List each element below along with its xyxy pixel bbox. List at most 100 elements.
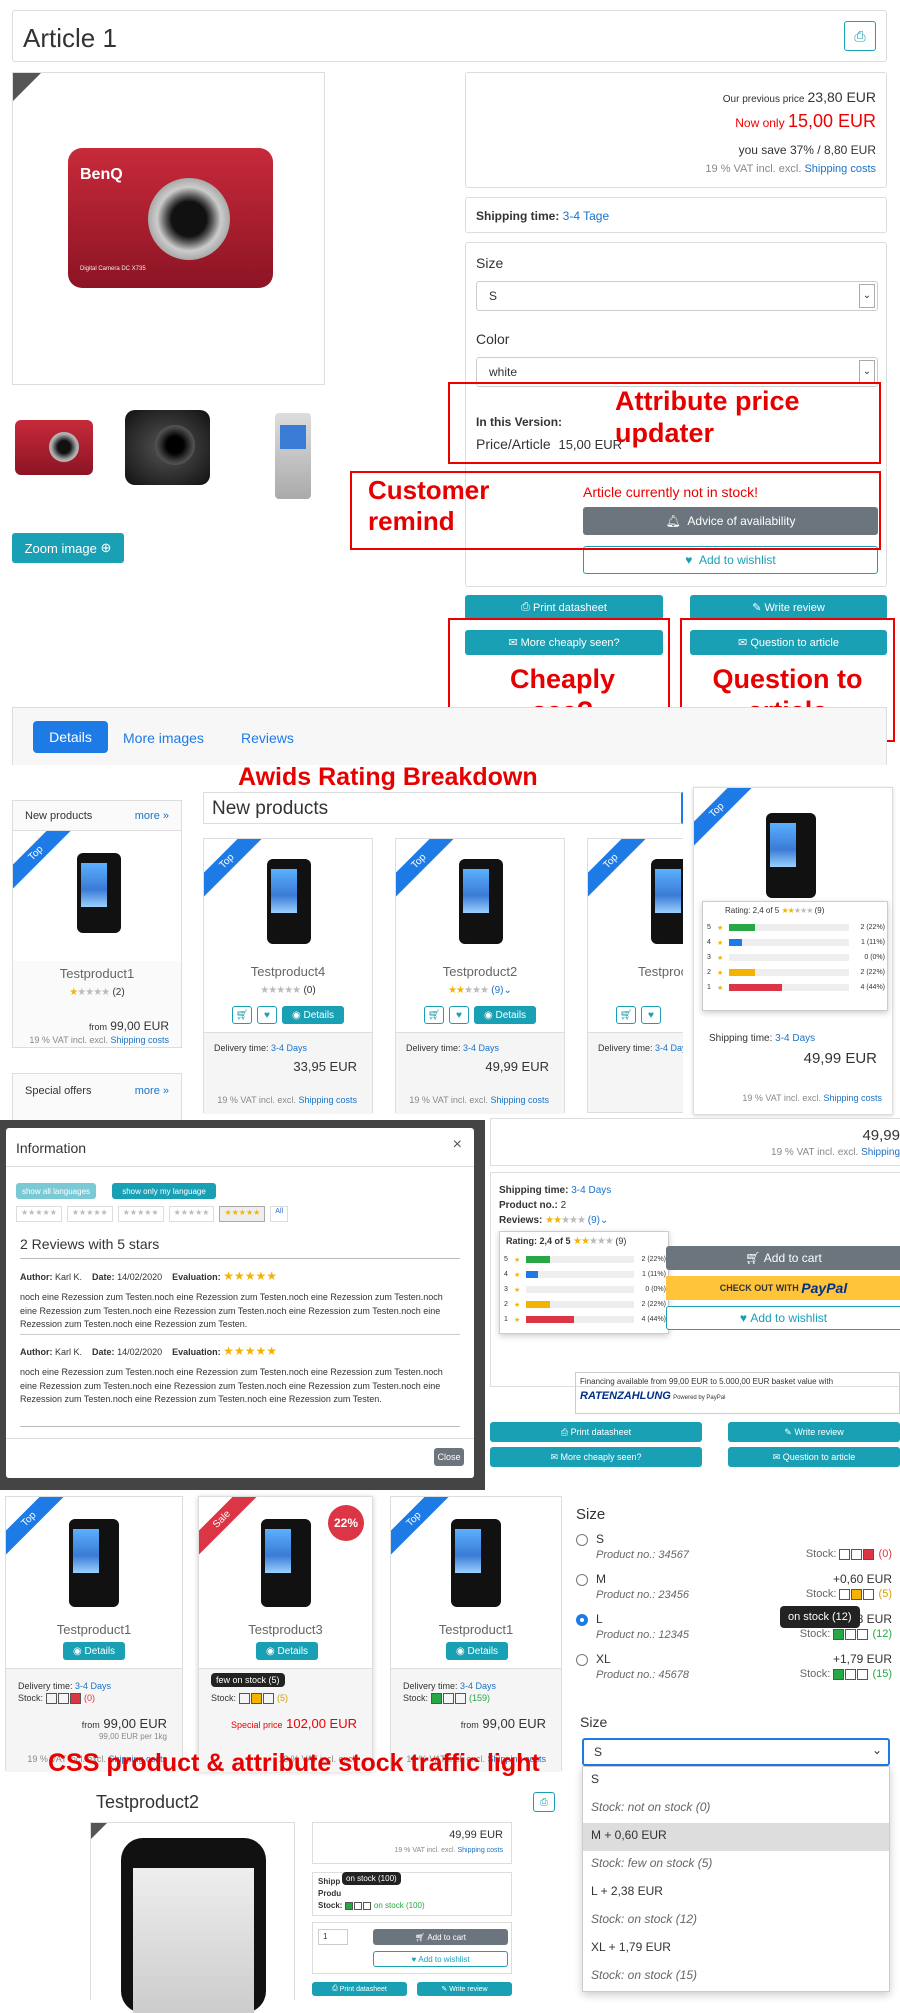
shipping-time-value[interactable]: 3-4 Tage — [563, 209, 609, 223]
add-to-wishlist-button[interactable]: ♥ Add to wishlist — [666, 1306, 900, 1330]
shipping-link[interactable]: Shipping costs — [457, 1847, 503, 1854]
print-datasheet-button[interactable]: ⎙ Print datasheet — [465, 595, 663, 620]
filter-1-star[interactable]: ★★★★★ — [16, 1206, 62, 1222]
zoom-image-button[interactable]: Zoom image ⊕ — [12, 533, 124, 563]
add-to-wishlist-button[interactable]: ♥ Add to wishlist — [583, 546, 878, 574]
add-cart-button[interactable]: 🛒︎ — [616, 1006, 636, 1024]
dropdown-option[interactable]: M + 0,60 EUR — [583, 1823, 889, 1851]
delivery-value[interactable]: 3-4 Days — [460, 1681, 496, 1691]
rating-row[interactable]: 1 ★ 4 (44%) — [707, 980, 885, 995]
show-my-language-button[interactable]: show only my language — [112, 1183, 216, 1199]
write-review-button[interactable]: ✎ Write review — [417, 1982, 512, 1996]
product-name[interactable]: Testproduct1 — [6, 1622, 182, 1637]
size-select[interactable]: S ⌄ — [476, 281, 878, 311]
rating-row[interactable]: 1 ★ 4 (44%) — [504, 1312, 666, 1327]
sidebar-product-name[interactable]: Testproduct1 — [13, 966, 181, 981]
add-cart-button[interactable]: 🛒︎ — [232, 1006, 252, 1024]
product-image[interactable] — [451, 1519, 501, 1607]
product-image[interactable] — [766, 813, 816, 898]
question-to-article-button[interactable]: ✉ Question to article — [728, 1447, 900, 1467]
filter-all[interactable]: All — [270, 1206, 289, 1222]
print-button[interactable]: ⎙ — [844, 21, 876, 51]
filter-4-star[interactable]: ★★★★★ — [168, 1206, 215, 1222]
more-link[interactable]: more » — [135, 1085, 169, 1097]
close-icon[interactable]: × — [453, 1136, 462, 1154]
shipping-value[interactable]: 3-4 Days — [571, 1185, 611, 1196]
shipping-link[interactable]: Shipping costs — [823, 1093, 882, 1103]
main-image[interactable]: BenQ Digital Camera DC X735 — [12, 72, 325, 385]
radio-button[interactable] — [576, 1653, 588, 1666]
tab-more-images[interactable]: More images — [123, 730, 204, 746]
rating-row[interactable]: 5 ★ 2 (22%) — [504, 1252, 666, 1267]
main-image[interactable] — [90, 1822, 295, 2013]
delivery-value[interactable]: 3-4 Days — [75, 1681, 111, 1691]
product-image[interactable] — [459, 859, 503, 944]
product-image[interactable] — [261, 1519, 311, 1607]
quantity-input[interactable]: 1 — [318, 1929, 348, 1945]
shipping-value[interactable]: 3-4 Days — [775, 1033, 815, 1044]
filter-5-star[interactable]: ★★★★★ — [219, 1206, 266, 1222]
thumbnail-camera-red[interactable] — [15, 420, 93, 475]
product-name[interactable]: Testproduct1 — [391, 1622, 561, 1637]
print-datasheet-button[interactable]: ⎙ Print datasheet — [490, 1422, 702, 1442]
product-name[interactable]: Testproduct2 — [396, 964, 564, 979]
paypal-checkout-button[interactable]: CHECK OUT WITH PayPal — [666, 1276, 900, 1300]
add-to-cart-button[interactable]: 🛒︎ Add to cart — [373, 1929, 508, 1945]
product-image[interactable] — [651, 859, 683, 944]
details-button[interactable]: ◉ Details — [474, 1006, 536, 1024]
wishlist-button[interactable]: ♥ — [257, 1006, 277, 1024]
product-image[interactable] — [77, 853, 121, 933]
shipping-link[interactable]: Shipping — [861, 1147, 900, 1158]
wishlist-button[interactable]: ♥ — [449, 1006, 469, 1024]
add-cart-button[interactable]: 🛒︎ — [424, 1006, 444, 1024]
details-button[interactable]: ◉ Details — [446, 1642, 508, 1660]
filter-3-star[interactable]: ★★★★★ — [117, 1206, 164, 1222]
radio-button[interactable] — [576, 1533, 588, 1546]
dropdown-option[interactable]: L + 2,38 EUR — [583, 1879, 889, 1907]
close-button[interactable]: Close — [434, 1448, 464, 1466]
product-image[interactable] — [69, 1519, 119, 1607]
size-option[interactable]: M +0,60 EUR Product no.: 23456 Stock: (5) — [576, 1568, 896, 1608]
product-name[interactable]: Testproduct4 — [204, 964, 372, 979]
chevron-down-icon[interactable]: ⌄ — [504, 985, 512, 996]
radio-button[interactable] — [576, 1573, 588, 1586]
size-option[interactable]: XL +1,79 EUR Product no.: 45678 Stock: (15) — [576, 1648, 896, 1688]
rating-count[interactable]: (9) — [491, 985, 503, 996]
product-name[interactable]: Testproc — [638, 964, 683, 979]
more-cheaply-button[interactable]: ✉ More cheaply seen? — [490, 1447, 702, 1467]
write-review-button[interactable]: ✎ Write review — [690, 595, 887, 620]
write-review-button[interactable]: ✎ Write review — [728, 1422, 900, 1442]
tab-reviews[interactable]: Reviews — [241, 730, 294, 746]
rating-row[interactable]: 3 ★ 0 (0%) — [504, 1282, 666, 1297]
radio-button[interactable] — [576, 1613, 588, 1626]
shipping-costs-link[interactable]: Shipping costs — [804, 163, 876, 175]
more-link[interactable]: more » — [135, 810, 169, 822]
wishlist-button[interactable]: ♥ — [641, 1006, 661, 1024]
rating-row[interactable]: 2 ★ 2 (22%) — [707, 965, 885, 980]
rating-row[interactable]: 4 ★ 1 (11%) — [504, 1267, 666, 1282]
thumbnail-phone[interactable] — [275, 413, 311, 499]
rating-row[interactable]: 4 ★ 1 (11%) — [707, 935, 885, 950]
delivery-value[interactable]: 3-4 Days — [463, 1043, 499, 1053]
chevron-down-icon[interactable]: ⌄ — [600, 1215, 608, 1226]
shipping-link[interactable]: Shipping costs — [490, 1095, 549, 1105]
add-to-cart-button[interactable]: 🛒︎ Add to cart — [666, 1246, 900, 1270]
print-datasheet-button[interactable]: ⎙ Print datasheet — [312, 1982, 407, 1996]
print-button[interactable]: ⎙ — [533, 1792, 555, 1812]
delivery-value[interactable]: 3-4 Days — [271, 1043, 307, 1053]
size-option[interactable]: S Product no.: 34567 Stock: (0) — [576, 1528, 896, 1568]
details-button[interactable]: ◉ Details — [282, 1006, 344, 1024]
rating-row[interactable]: 5 ★ 2 (22%) — [707, 920, 885, 935]
rating-row[interactable]: 2 ★ 2 (22%) — [504, 1297, 666, 1312]
show-all-languages-button[interactable]: show all languages — [16, 1183, 96, 1199]
tab-details[interactable]: Details — [33, 721, 108, 753]
reviews-count[interactable]: (9) — [588, 1215, 600, 1226]
product-name[interactable]: Testproduct3 — [199, 1622, 372, 1637]
details-button[interactable]: ◉ Details — [63, 1642, 125, 1660]
product-image[interactable] — [267, 859, 311, 944]
thumbnail-camera-black[interactable] — [125, 410, 210, 485]
delivery-value[interactable]: 3-4 Days — [655, 1043, 683, 1053]
add-to-wishlist-button[interactable]: ♥ Add to wishlist — [373, 1951, 508, 1967]
shipping-link[interactable]: Shipping costs — [298, 1095, 357, 1105]
shipping-link[interactable]: Shipping costs — [110, 1035, 169, 1045]
